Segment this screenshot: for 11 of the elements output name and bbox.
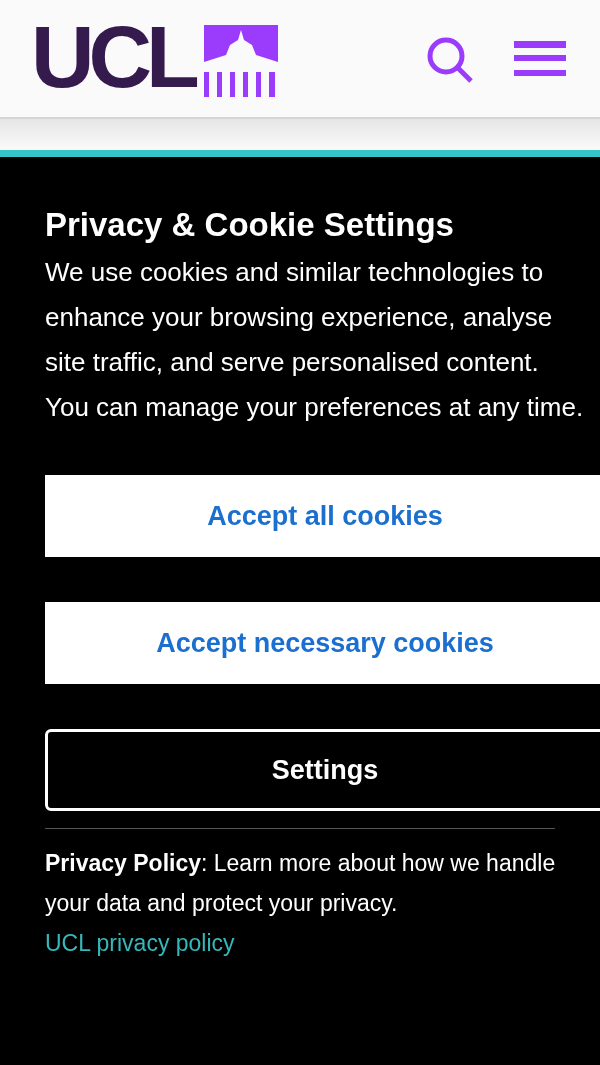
cookie-button[interactable]: Accept all cookies — [45, 475, 600, 557]
logo-wordmark[interactable]: UCL — [31, 12, 194, 101]
banner-title: Privacy & Cookie Settings — [45, 205, 455, 245]
banner-description: We use cookies and similar technologies to enhance your browsing experience, analyse site traffic, and serve personalised content. You can manage your preferences at any time. — [45, 256, 585, 424]
cookie-button[interactable]: Accept necessary cookies — [45, 602, 600, 684]
policy-text: Privacy Policy: Learn more about how we handle your data and protect your privacy. — [45, 849, 557, 918]
menu-button[interactable] — [514, 40, 566, 77]
cookie-button[interactable]: Settings — [45, 729, 600, 811]
search-button[interactable] — [426, 35, 474, 84]
privacy-policy-link[interactable]: UCL privacy policy — [45, 923, 235, 963]
portico-icon — [203, 24, 278, 97]
